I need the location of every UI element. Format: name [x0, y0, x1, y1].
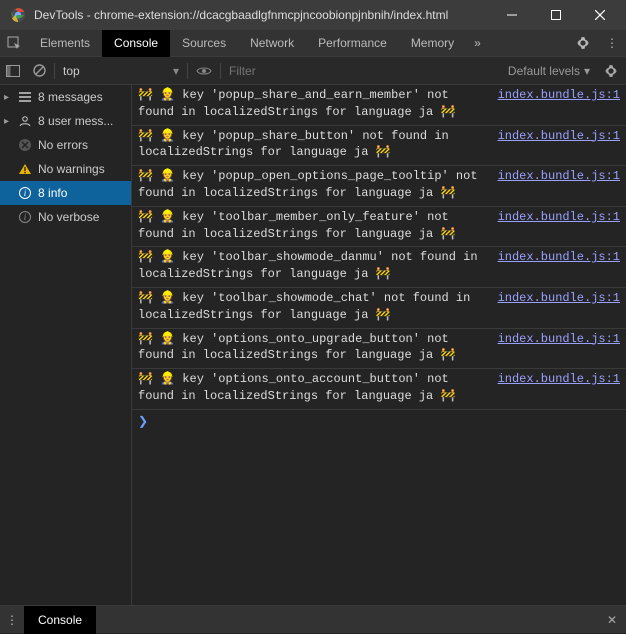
menu-kebab-icon[interactable]: ⋮	[598, 36, 626, 50]
list-icon	[18, 92, 32, 102]
console-sidebar: ▸ 8 messages ▸ 8 user mess... No errors …	[0, 85, 132, 605]
console-message: 🚧 👷 key 'toolbar_showmode_chat' not foun…	[132, 288, 626, 329]
drawer-close-icon[interactable]: ✕	[598, 613, 626, 627]
sidebar-item-errors[interactable]: No errors	[0, 133, 131, 157]
chevron-down-icon[interactable]: ▾	[173, 64, 185, 78]
message-text: 🚧 👷 key 'popup_share_and_earn_member' no…	[138, 87, 498, 121]
tab-sources[interactable]: Sources	[170, 30, 238, 57]
clear-console-icon[interactable]	[26, 64, 52, 77]
console-messages: 🚧 👷 key 'popup_share_and_earn_member' no…	[132, 85, 626, 605]
console-message: 🚧 👷 key 'popup_share_and_earn_member' no…	[132, 85, 626, 126]
tab-network[interactable]: Network	[238, 30, 306, 57]
close-button[interactable]	[578, 0, 622, 30]
log-levels-selector[interactable]: Default levels▾	[502, 64, 596, 78]
filter-input[interactable]	[223, 60, 502, 82]
devtools-tabs: Elements Console Sources Network Perform…	[0, 30, 626, 57]
drawer-tab-console[interactable]: Console	[24, 606, 96, 634]
chrome-icon	[10, 7, 26, 23]
more-tabs-icon[interactable]: »	[466, 36, 489, 50]
info-icon: i	[18, 187, 32, 199]
message-text: 🚧 👷 key 'popup_open_options_page_tooltip…	[138, 168, 498, 202]
window-titlebar: DevTools - chrome-extension://dcacgbaadl…	[0, 0, 626, 30]
console-toolbar: top ▾ Default levels▾	[0, 57, 626, 85]
message-source-link[interactable]: index.bundle.js:1	[498, 87, 620, 121]
sidebar-item-warnings[interactable]: No warnings	[0, 157, 131, 181]
message-source-link[interactable]: index.bundle.js:1	[498, 249, 620, 283]
message-source-link[interactable]: index.bundle.js:1	[498, 128, 620, 162]
message-source-link[interactable]: index.bundle.js:1	[498, 371, 620, 405]
console-message: 🚧 👷 key 'popup_open_options_page_tooltip…	[132, 166, 626, 207]
message-text: 🚧 👷 key 'options_onto_account_button' no…	[138, 371, 498, 405]
warning-icon	[18, 164, 32, 175]
message-source-link[interactable]: index.bundle.js:1	[498, 331, 620, 365]
user-icon	[18, 115, 32, 127]
tab-memory[interactable]: Memory	[399, 30, 466, 57]
chevron-right-icon: ▸	[4, 92, 12, 103]
console-message: 🚧 👷 key 'options_onto_account_button' no…	[132, 369, 626, 410]
chevron-right-icon: ▸	[4, 116, 12, 127]
window-title: DevTools - chrome-extension://dcacgbaadl…	[34, 8, 490, 22]
message-text: 🚧 👷 key 'toolbar_showmode_danmu' not fou…	[138, 249, 498, 283]
sidebar-item-info[interactable]: i 8 info	[0, 181, 131, 205]
message-text: 🚧 👷 key 'toolbar_member_only_feature' no…	[138, 209, 498, 243]
console-message: 🚧 👷 key 'toolbar_member_only_feature' no…	[132, 207, 626, 248]
inspect-icon[interactable]	[0, 36, 28, 50]
verbose-icon: i	[18, 211, 32, 223]
settings-gear-icon[interactable]	[568, 36, 598, 50]
sidebar-item-verbose[interactable]: i No verbose	[0, 205, 131, 229]
error-icon	[18, 139, 32, 151]
sidebar-toggle-icon[interactable]	[0, 65, 26, 77]
message-text: 🚧 👷 key 'toolbar_showmode_chat' not foun…	[138, 290, 498, 324]
chevron-down-icon: ▾	[584, 64, 590, 78]
console-message: 🚧 👷 key 'options_onto_upgrade_button' no…	[132, 329, 626, 370]
console-settings-gear-icon[interactable]	[596, 64, 626, 78]
console-message: 🚧 👷 key 'popup_share_button' not found i…	[132, 126, 626, 167]
message-source-link[interactable]: index.bundle.js:1	[498, 168, 620, 202]
sidebar-item-messages[interactable]: ▸ 8 messages	[0, 85, 131, 109]
tab-elements[interactable]: Elements	[28, 30, 102, 57]
console-prompt[interactable]: ❯	[132, 410, 626, 435]
message-text: 🚧 👷 key 'options_onto_upgrade_button' no…	[138, 331, 498, 365]
live-expression-icon[interactable]	[190, 66, 218, 76]
console-message: 🚧 👷 key 'toolbar_showmode_danmu' not fou…	[132, 247, 626, 288]
drawer: ⋮ Console ✕	[0, 605, 626, 633]
minimize-button[interactable]	[490, 0, 534, 30]
message-source-link[interactable]: index.bundle.js:1	[498, 290, 620, 324]
drawer-menu-kebab-icon[interactable]: ⋮	[0, 613, 24, 627]
message-source-link[interactable]: index.bundle.js:1	[498, 209, 620, 243]
message-text: 🚧 👷 key 'popup_share_button' not found i…	[138, 128, 498, 162]
sidebar-item-user-messages[interactable]: ▸ 8 user mess...	[0, 109, 131, 133]
maximize-button[interactable]	[534, 0, 578, 30]
tab-performance[interactable]: Performance	[306, 30, 399, 57]
context-selector[interactable]: top	[57, 64, 173, 78]
tab-console[interactable]: Console	[102, 30, 170, 57]
